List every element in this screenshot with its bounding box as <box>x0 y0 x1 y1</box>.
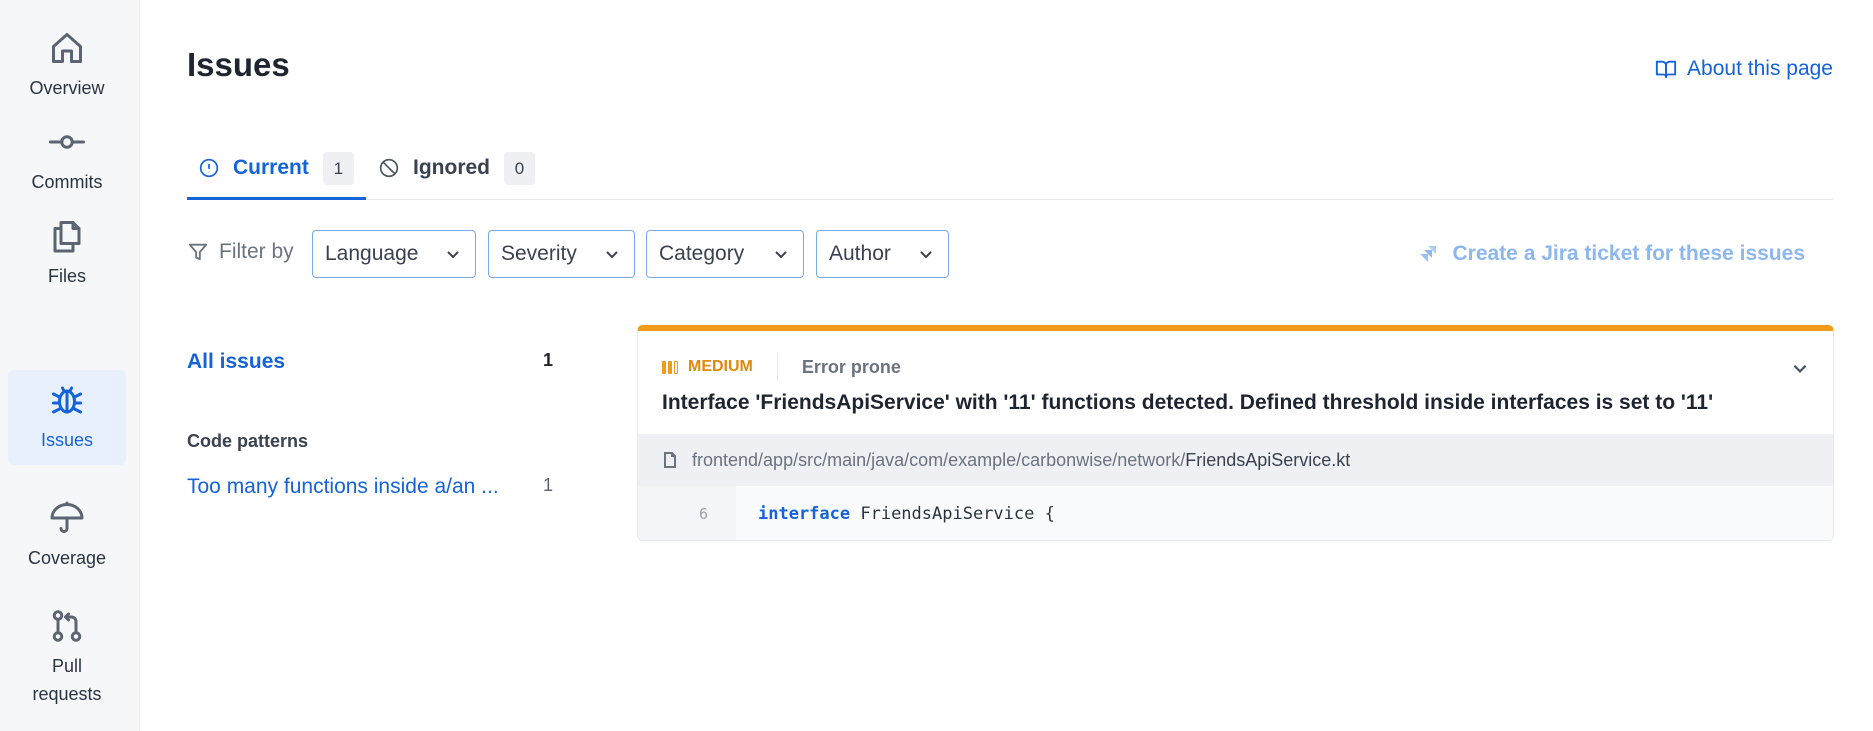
dropdown-label: Language <box>325 242 419 265</box>
tab-label: Ignored <box>413 156 490 179</box>
sidebar: Overview Commits Files Issues Coverage P… <box>0 0 140 731</box>
issue-title: Interface 'FriendsApiService' with '11' … <box>662 391 1714 414</box>
sidebar-item-overview[interactable]: Overview <box>8 18 126 113</box>
tab-count-badge: 0 <box>504 152 535 185</box>
sidebar-item-coverage[interactable]: Coverage <box>8 488 126 583</box>
jira-icon <box>1420 246 1437 262</box>
dropdown-label: Severity <box>501 242 577 265</box>
about-page-link[interactable]: About this page <box>1655 57 1833 81</box>
expand-issue-button[interactable] <box>1791 359 1809 382</box>
sidebar-item-label: Commits <box>31 171 103 192</box>
tab-current[interactable]: Current 1 <box>187 140 366 200</box>
issue-tabs: Current 1 Ignored 0 <box>187 140 1833 200</box>
book-icon <box>1655 60 1677 79</box>
bug-icon <box>52 386 82 413</box>
pattern-label: Too many functions inside a/an ... <box>187 475 499 498</box>
divider <box>776 353 778 381</box>
filter-by-text: Filter by <box>219 240 294 263</box>
pattern-item[interactable]: Too many functions inside a/an ... 1 <box>187 475 553 499</box>
all-issues-item[interactable]: All issues 1 <box>187 350 553 374</box>
umbrella-icon <box>50 501 84 533</box>
file-name: FriendsApiService.kt <box>1185 449 1351 470</box>
author-dropdown[interactable]: Author <box>816 230 949 278</box>
language-dropdown[interactable]: Language <box>312 230 476 278</box>
create-jira-ticket-button[interactable]: Create a Jira ticket for these issues <box>1418 242 1805 266</box>
chevron-down-icon <box>1793 364 1807 373</box>
filter-by-label: Filter by <box>187 240 294 264</box>
all-issues-count: 1 <box>542 350 553 370</box>
filter-icon <box>188 243 208 261</box>
severity-dropdown[interactable]: Severity <box>488 230 635 278</box>
tab-count-badge: 1 <box>322 152 354 185</box>
severity-badge: MEDIUM <box>662 358 753 376</box>
code-keyword: interface <box>758 503 851 524</box>
chevron-down-icon <box>447 251 459 259</box>
severity-bars-icon <box>662 360 680 374</box>
issue-card: MEDIUM Error prone Interface 'FriendsApi… <box>637 325 1834 541</box>
pull-request-icon <box>52 610 82 642</box>
info-circle-icon <box>199 158 219 178</box>
chevron-down-icon <box>606 251 618 259</box>
sidebar-item-label: Overview <box>29 77 105 98</box>
sidebar-item-issues[interactable]: Issues <box>8 370 126 465</box>
category-dropdown[interactable]: Category <box>646 230 804 278</box>
all-issues-label: All issues <box>187 350 286 373</box>
chevron-down-icon <box>775 251 787 259</box>
issue-card-header: MEDIUM Error prone <box>662 353 901 381</box>
jira-label: Create a Jira ticket for these issues <box>1452 242 1805 265</box>
ban-icon <box>379 158 399 178</box>
chevron-down-icon <box>920 251 932 259</box>
dropdown-label: Category <box>659 242 745 265</box>
commit-icon <box>49 134 85 149</box>
tab-ignored[interactable]: Ignored 0 <box>379 140 535 200</box>
severity-label: MEDIUM <box>688 358 753 375</box>
code-text: FriendsApiService { <box>850 503 1055 524</box>
page-title: Issues <box>187 46 290 83</box>
sidebar-item-label: Issues <box>40 429 94 450</box>
issue-category: Error prone <box>801 356 901 377</box>
sidebar-item-pull-requests[interactable]: Pull requests <box>8 600 126 716</box>
code-line: interface FriendsApiService { <box>736 486 1055 540</box>
sidebar-item-label: Pull requests <box>32 656 102 704</box>
dropdown-label: Author <box>829 242 891 265</box>
code-snippet: 6 interface FriendsApiService { <box>638 486 1833 540</box>
about-page-label: About this page <box>1687 57 1833 80</box>
line-number: 6 <box>638 486 736 540</box>
sidebar-item-commits[interactable]: Commits <box>8 112 126 207</box>
file-path-link[interactable]: frontend/app/src/main/java/com/example/c… <box>638 434 1833 486</box>
code-patterns-heading: Code patterns <box>187 431 309 451</box>
tab-label: Current <box>233 156 309 179</box>
sidebar-item-label: Coverage <box>27 547 107 568</box>
files-icon <box>53 220 81 252</box>
pattern-count: 1 <box>542 475 553 495</box>
file-directory: frontend/app/src/main/java/com/example/c… <box>692 449 1186 470</box>
sidebar-item-files[interactable]: Files <box>8 206 126 301</box>
file-icon <box>664 452 676 468</box>
sidebar-item-label: Files <box>47 265 86 286</box>
home-icon <box>52 32 82 63</box>
